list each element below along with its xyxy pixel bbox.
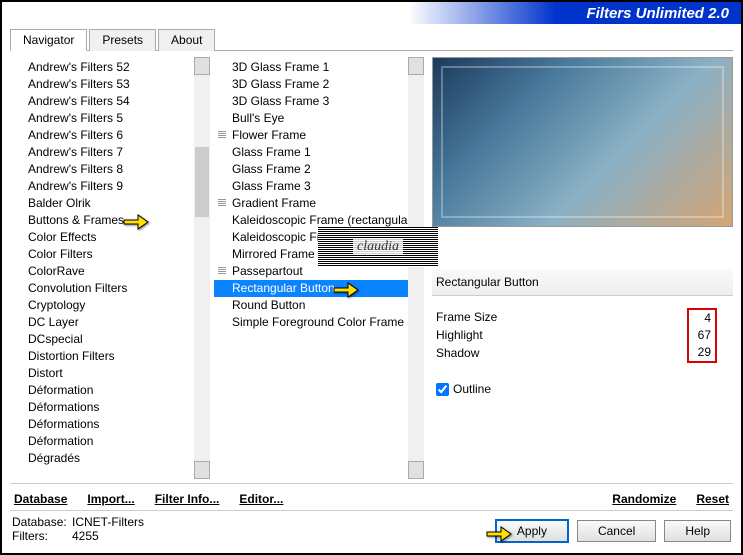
category-item[interactable]: Distortion Filters: [10, 348, 194, 365]
import-button[interactable]: Import...: [87, 492, 134, 506]
randomize-button[interactable]: Randomize: [612, 492, 676, 506]
filter-item[interactable]: Round Button: [214, 297, 408, 314]
param-title: Rectangular Button: [432, 269, 733, 296]
param-row: Shadow: [436, 344, 689, 362]
app-title: Filters Unlimited 2.0: [586, 5, 729, 22]
category-item[interactable]: Andrew's Filters 53: [10, 76, 194, 93]
category-item[interactable]: Cryptology: [10, 297, 194, 314]
category-item[interactable]: Andrew's Filters 54: [10, 93, 194, 110]
cancel-button[interactable]: Cancel: [577, 520, 656, 542]
filter-item[interactable]: Glass Frame 1: [214, 144, 408, 161]
filters-label: Filters:: [12, 529, 72, 543]
help-button[interactable]: Help: [664, 520, 731, 542]
filter-item[interactable]: Simple Foreground Color Frame: [214, 314, 408, 331]
category-item[interactable]: Balder Olrik: [10, 195, 194, 212]
param-name: Shadow: [436, 346, 479, 360]
param-value[interactable]: 4: [693, 310, 711, 327]
category-item[interactable]: Déformations: [10, 399, 194, 416]
category-item[interactable]: Andrew's Filters 6: [10, 127, 194, 144]
category-item[interactable]: Convolution Filters: [10, 280, 194, 297]
category-item[interactable]: DC Layer: [10, 314, 194, 331]
category-item[interactable]: Color Filters: [10, 246, 194, 263]
status-bar: Database:ICNET-Filters Filters:4255: [12, 515, 144, 543]
category-item[interactable]: DCspecial: [10, 331, 194, 348]
category-item[interactable]: Déformations: [10, 416, 194, 433]
filter-list[interactable]: 3D Glass Frame 13D Glass Frame 23D Glass…: [214, 57, 408, 479]
param-row: Frame Size: [436, 308, 689, 326]
category-item[interactable]: Déformation: [10, 433, 194, 450]
outline-checkbox[interactable]: Outline: [436, 382, 729, 396]
db-value: ICNET-Filters: [72, 515, 144, 529]
editor-button[interactable]: Editor...: [239, 492, 283, 506]
category-item[interactable]: Andrew's Filters 52: [10, 59, 194, 76]
title-bar: Filters Unlimited 2.0: [2, 2, 741, 24]
db-label: Database:: [12, 515, 72, 529]
category-item[interactable]: Dégradés: [10, 450, 194, 467]
param-value[interactable]: 29: [693, 344, 711, 361]
action-row: Database Import... Filter Info... Editor…: [10, 483, 733, 511]
category-item[interactable]: Andrew's Filters 5: [10, 110, 194, 127]
watermark: claudia: [318, 227, 438, 267]
filter-item[interactable]: Rectangular Button: [214, 280, 408, 297]
filter-item[interactable]: 3D Glass Frame 1: [214, 59, 408, 76]
tab-strip: NavigatorPresetsAbout: [10, 28, 733, 51]
filter-item[interactable]: Gradient Frame: [214, 195, 408, 212]
category-list[interactable]: Andrew's Filters 52Andrew's Filters 53An…: [10, 57, 194, 479]
filter-item[interactable]: Flower Frame: [214, 127, 408, 144]
param-name: Frame Size: [436, 310, 497, 324]
filter-item[interactable]: Glass Frame 2: [214, 161, 408, 178]
outline-label: Outline: [453, 382, 491, 396]
category-item[interactable]: Déformation: [10, 382, 194, 399]
category-scrollbar[interactable]: [194, 57, 210, 479]
param-row: Highlight: [436, 326, 689, 344]
database-button[interactable]: Database: [14, 492, 67, 506]
param-name: Highlight: [436, 328, 483, 342]
filter-item[interactable]: 3D Glass Frame 3: [214, 93, 408, 110]
preview-image: [432, 57, 733, 227]
reset-button[interactable]: Reset: [696, 492, 729, 506]
filter-item[interactable]: Glass Frame 3: [214, 178, 408, 195]
tab-navigator[interactable]: Navigator: [10, 29, 87, 51]
category-item[interactable]: Distort: [10, 365, 194, 382]
tab-presets[interactable]: Presets: [89, 29, 156, 51]
category-item[interactable]: Andrew's Filters 8: [10, 161, 194, 178]
param-value[interactable]: 67: [693, 327, 711, 344]
filter-info-button[interactable]: Filter Info...: [155, 492, 220, 506]
outline-checkbox-input[interactable]: [436, 383, 449, 396]
filters-value: 4255: [72, 529, 99, 543]
filter-item[interactable]: 3D Glass Frame 2: [214, 76, 408, 93]
category-item[interactable]: Buttons & Frames: [10, 212, 194, 229]
param-values-box: 46729: [687, 308, 717, 363]
filter-item[interactable]: Bull's Eye: [214, 110, 408, 127]
category-item[interactable]: ColorRave: [10, 263, 194, 280]
filter-scrollbar[interactable]: [408, 57, 424, 479]
category-item[interactable]: Andrew's Filters 7: [10, 144, 194, 161]
apply-button[interactable]: Apply: [495, 519, 569, 543]
category-item[interactable]: Color Effects: [10, 229, 194, 246]
tab-about[interactable]: About: [158, 29, 215, 51]
category-item[interactable]: Andrew's Filters 9: [10, 178, 194, 195]
